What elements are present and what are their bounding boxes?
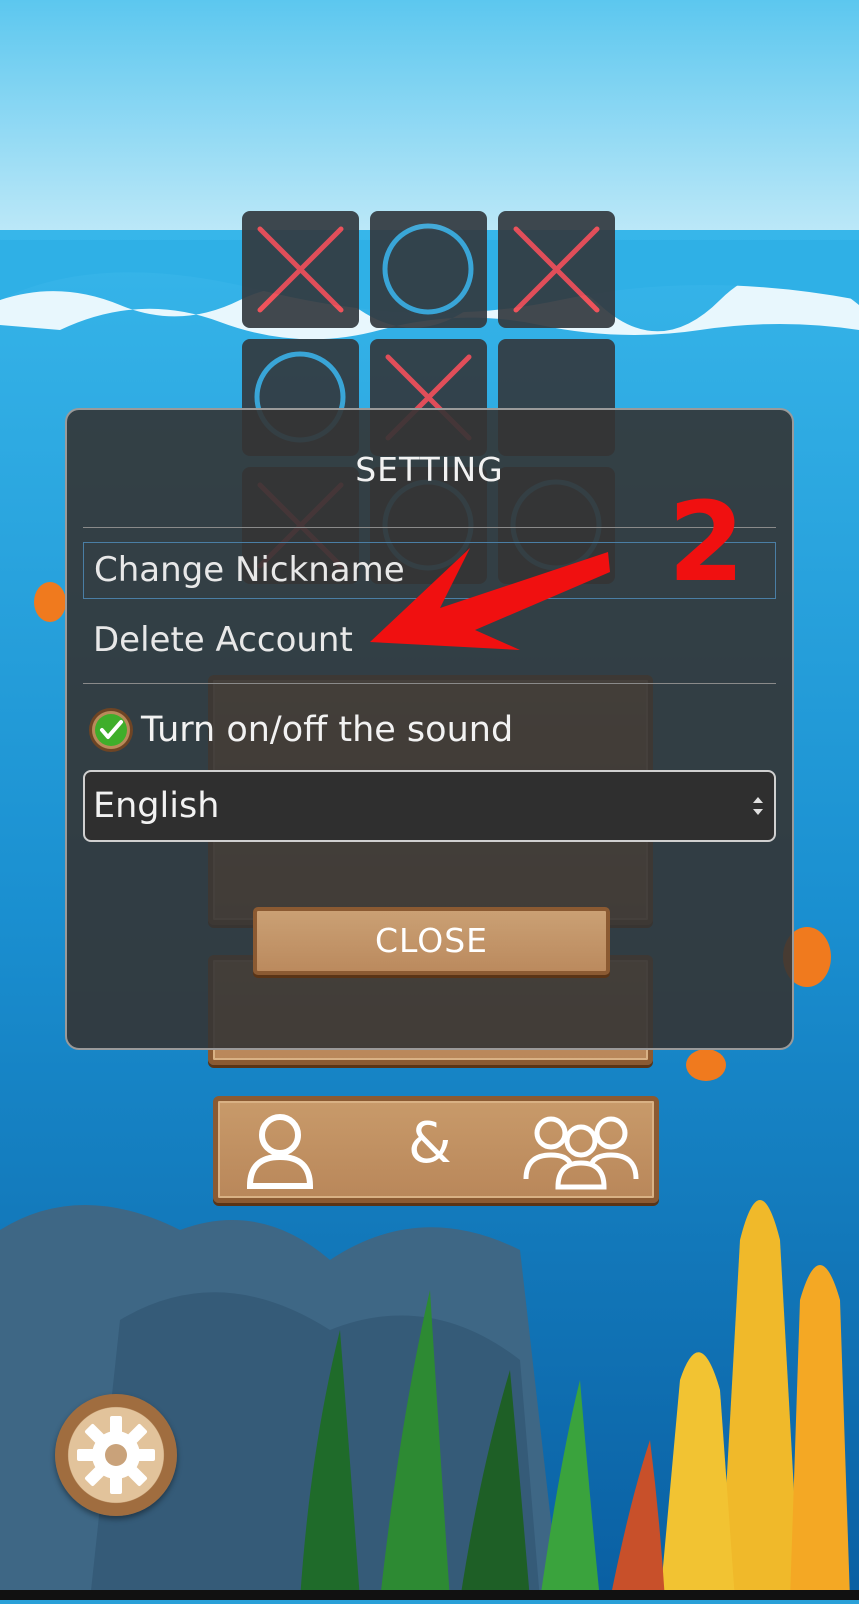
sound-toggle-row[interactable]: Turn on/off the sound <box>89 705 513 755</box>
divider <box>83 683 776 684</box>
language-select[interactable]: English <box>83 770 776 842</box>
gear-icon <box>77 1416 155 1494</box>
ampersand-label: & <box>408 1111 452 1176</box>
language-selected-value: English <box>93 786 220 826</box>
board-cell[interactable] <box>498 211 615 328</box>
board-cell[interactable] <box>370 211 487 328</box>
o-mark-icon <box>382 223 474 315</box>
system-nav-bar <box>0 1590 859 1600</box>
close-button[interactable]: CLOSE <box>253 907 610 975</box>
annotation-step-number: 2 <box>668 478 745 606</box>
sound-checkbox[interactable] <box>89 708 133 752</box>
group-users-icon <box>523 1116 639 1190</box>
board-cell[interactable] <box>242 211 359 328</box>
x-mark-icon <box>513 226 600 313</box>
settings-button[interactable] <box>55 1394 177 1516</box>
annotation-arrow-icon <box>370 548 610 650</box>
x-mark-icon <box>257 226 344 313</box>
single-user-icon <box>246 1114 314 1189</box>
select-arrows-icon <box>753 797 763 815</box>
multiplayer-button[interactable]: & <box>213 1096 659 1203</box>
sound-label: Turn on/off the sound <box>141 710 514 750</box>
checkmark-icon <box>95 714 127 746</box>
